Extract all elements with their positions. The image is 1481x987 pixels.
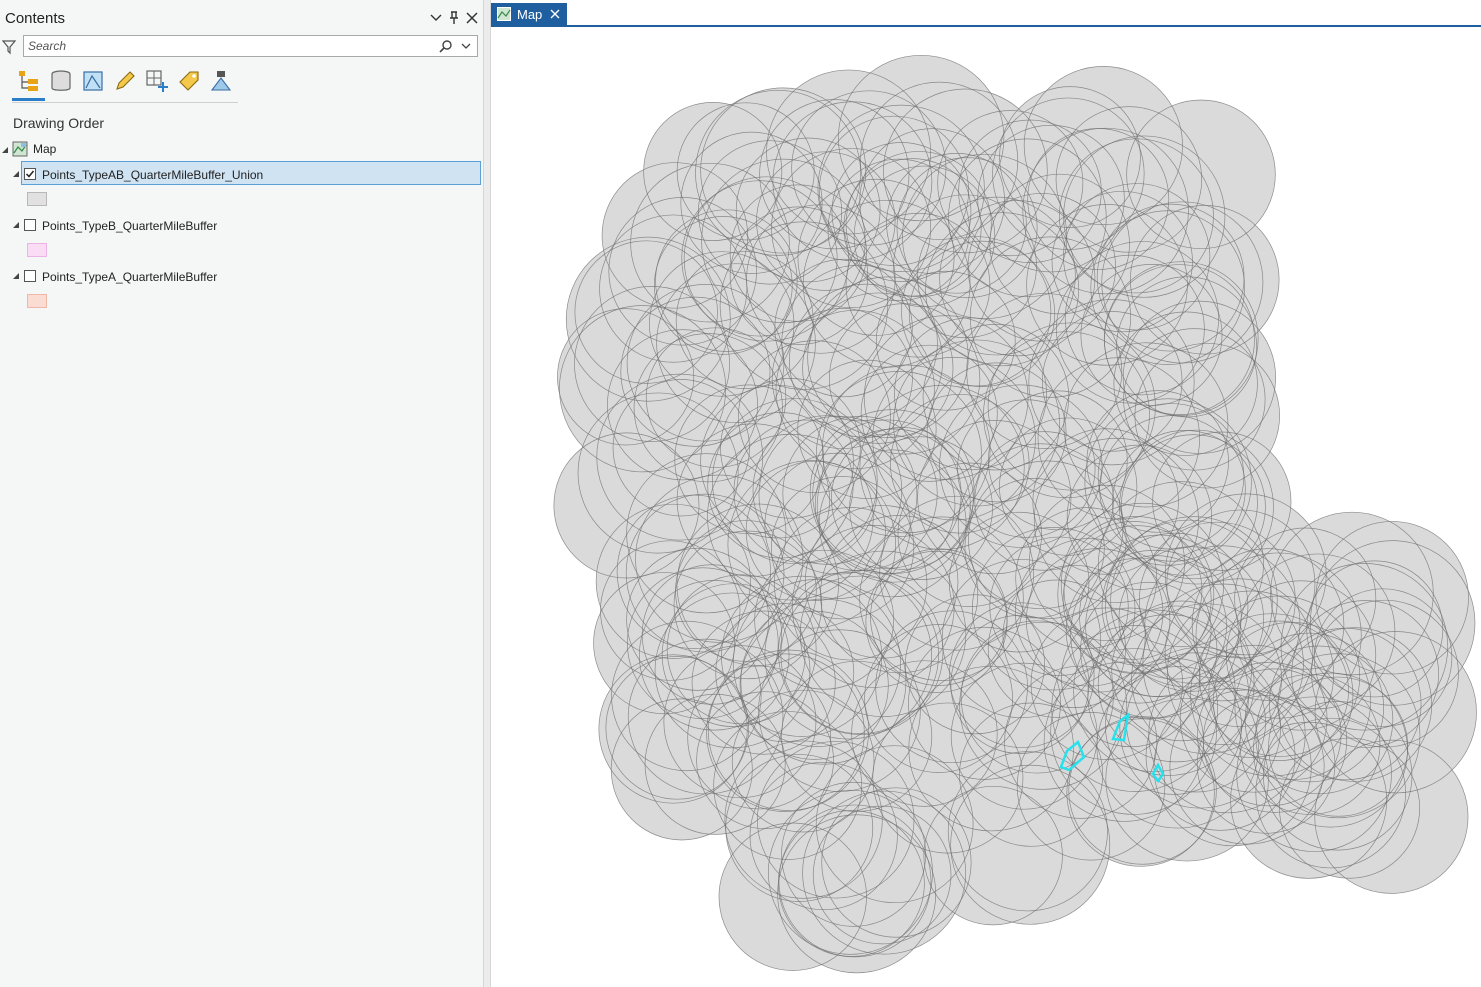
layer-item-typeb[interactable]: Points_TypeB_QuarterMileBuffer bbox=[0, 213, 483, 237]
layer-name[interactable]: Points_TypeB_QuarterMileBuffer bbox=[42, 219, 217, 233]
layer-visibility-checkbox[interactable] bbox=[24, 219, 36, 231]
layer-name[interactable]: Points_TypeAB_QuarterMileBuffer_Union bbox=[42, 168, 263, 182]
collapse-triangle-icon[interactable] bbox=[12, 272, 20, 280]
buffer-circle-fill bbox=[948, 751, 1108, 911]
filter-icon[interactable] bbox=[2, 39, 16, 55]
contents-header: Contents bbox=[0, 0, 483, 36]
pane-title: Contents bbox=[5, 10, 66, 27]
map-node[interactable]: Map bbox=[0, 138, 483, 162]
collapse-triangle-icon[interactable] bbox=[12, 221, 20, 229]
tab-map[interactable]: Map bbox=[491, 3, 567, 25]
contents-view-toolbar bbox=[12, 66, 238, 103]
checkmark-icon bbox=[25, 170, 35, 178]
layer-item-union[interactable]: Points_TypeAB_QuarterMileBuffer_Union bbox=[0, 162, 483, 186]
layer-visibility-checkbox[interactable] bbox=[24, 270, 36, 282]
view-tabstrip: Map bbox=[491, 0, 1481, 27]
layer-symbol-swatch[interactable] bbox=[27, 243, 47, 257]
drawing-order-heading: Drawing Order bbox=[13, 115, 105, 131]
search-input[interactable] bbox=[28, 38, 428, 54]
map-view[interactable]: Map bbox=[491, 0, 1481, 987]
search-box[interactable] bbox=[23, 35, 478, 57]
pane-splitter[interactable] bbox=[483, 0, 491, 987]
collapse-triangle-icon[interactable] bbox=[12, 170, 20, 178]
map-icon bbox=[497, 7, 511, 21]
collapse-triangle-icon[interactable] bbox=[1, 146, 9, 154]
map-canvas[interactable] bbox=[491, 27, 1481, 987]
list-by-labeling-icon[interactable] bbox=[176, 68, 202, 94]
list-by-snapping-icon[interactable] bbox=[144, 68, 170, 94]
layer-visibility-checkbox[interactable] bbox=[24, 168, 36, 180]
search-options-chevron-icon[interactable] bbox=[461, 41, 471, 51]
active-view-indicator bbox=[12, 98, 45, 101]
tab-label: Map bbox=[517, 7, 543, 22]
list-by-selection-icon[interactable] bbox=[80, 68, 106, 94]
layer-item-typea[interactable]: Points_TypeA_QuarterMileBuffer bbox=[0, 264, 483, 288]
map-node-label: Map bbox=[33, 142, 57, 156]
list-by-drawing-order-icon[interactable] bbox=[16, 68, 42, 94]
contents-pane: Contents Search Drawing Order Map Points… bbox=[0, 0, 483, 987]
map-icon bbox=[12, 141, 28, 157]
layer-symbol-swatch[interactable] bbox=[27, 294, 47, 308]
buffer-fill-layer bbox=[553, 55, 1477, 973]
close-icon[interactable] bbox=[464, 10, 480, 26]
close-tab-icon[interactable] bbox=[549, 8, 561, 20]
search-row bbox=[0, 35, 483, 61]
pane-options-chevron-icon[interactable] bbox=[428, 10, 444, 26]
list-by-source-icon[interactable] bbox=[48, 68, 74, 94]
list-by-editing-icon[interactable] bbox=[112, 68, 138, 94]
pin-icon[interactable] bbox=[446, 10, 462, 26]
buffer-circle-fill bbox=[676, 251, 814, 389]
layer-name[interactable]: Points_TypeA_QuarterMileBuffer bbox=[42, 270, 217, 284]
layer-symbol-swatch[interactable] bbox=[27, 192, 47, 206]
search-icon[interactable] bbox=[439, 39, 453, 53]
list-by-perspective-imagery-icon[interactable] bbox=[208, 68, 234, 94]
